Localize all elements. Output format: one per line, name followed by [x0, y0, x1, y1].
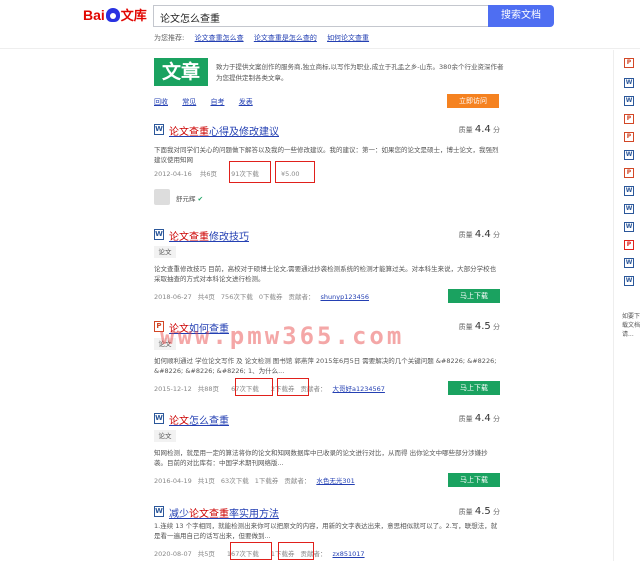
verified-icon: ✔ [197, 195, 204, 203]
result-title[interactable]: 减少论文查重率实用方法 [169, 505, 279, 520]
brand-tab[interactable]: 自考 [210, 98, 224, 106]
quality-score: 质量 4.5 分 [458, 506, 500, 517]
recommendations: 为您推荐: 论文查重怎么查 论文查重是怎么查的 如何论文查重 [154, 33, 369, 43]
quality-score: 质量 4.4 分 [458, 229, 500, 240]
pages-text: 共6页 [199, 170, 217, 178]
quality-score: 质量 4.4 分 [458, 413, 500, 424]
word-file-icon: W [154, 413, 164, 424]
search-input[interactable]: 论文怎么查重 [153, 5, 488, 27]
result-item: W 论文查重心得及修改建议 质量 4.4 分 下面我对同学们关心的问题做下解答以… [154, 123, 500, 208]
uploader-name[interactable]: 舒元辉 ✔ [176, 193, 203, 203]
highlight-box [275, 161, 315, 183]
highlight-box [230, 542, 272, 560]
visit-button[interactable]: 立即访问 [447, 94, 499, 108]
word-file-icon[interactable]: W [624, 258, 634, 268]
watermark: www.pmw365.com [160, 322, 405, 350]
brand-tab[interactable]: 常见 [182, 98, 196, 106]
avatar[interactable] [154, 189, 170, 205]
quality-score: 质量 4.4 分 [458, 124, 500, 135]
word-file-icon[interactable]: W [624, 222, 634, 232]
rec-label: 为您推荐: [154, 34, 185, 42]
tag-badge[interactable]: 论文 [154, 246, 176, 258]
sidebar-text: 如要下载文档请... [622, 313, 640, 338]
ppt-file-icon[interactable]: P [624, 58, 634, 68]
highlight-box [277, 378, 309, 396]
header-divider [0, 48, 640, 49]
results-column: 文章 致力于提供文案创作的服务商,独立商标,以写作为职业,成立于孔孟之乡-山东。… [150, 50, 510, 561]
result-title[interactable]: 论文查重修改技巧 [169, 228, 249, 243]
result-title[interactable]: 论文怎么查重 [169, 412, 229, 427]
word-file-icon: W [154, 229, 164, 240]
highlight-box [229, 161, 271, 183]
brand-description: 致力于提供文案创作的服务商,独立商标,以写作为职业,成立于孔孟之乡-山东。380… [216, 63, 504, 82]
result-snippet: 如何顺利通过 学位论文写作 及 论文检测 图书馆 郭燕萍 2015年6月5日 需… [154, 357, 497, 375]
word-file-icon[interactable]: W [624, 276, 634, 286]
contributor-link[interactable]: shunyp123456 [320, 293, 369, 301]
result-snippet: 知网检测，就是用一定的算法将你的论文和知网数据库中已收录的论文进行对比，从而得 … [154, 449, 488, 467]
download-button[interactable]: 马上下载 [448, 473, 500, 487]
word-file-icon[interactable]: W [624, 204, 634, 214]
ppt-file-icon[interactable]: P [624, 114, 634, 124]
paw-icon [105, 8, 120, 22]
highlight-box [278, 542, 314, 560]
download-button[interactable]: 马上下载 [448, 289, 500, 303]
result-item: W 论文查重修改技巧 质量 4.4 分 论文 论文查重修改技巧 目前，高校对于硕… [154, 228, 500, 308]
result-title[interactable]: 论文查重心得及修改建议 [169, 123, 279, 138]
rec-link[interactable]: 论文查重是怎么查的 [254, 34, 317, 42]
download-button[interactable]: 马上下载 [448, 381, 500, 395]
baidu-wenku-logo[interactable]: Bai 文库 [83, 5, 147, 24]
result-meta: 2016-04-19 共1页 63次下载 1下载券 贡献者： 水色无光301 [154, 477, 355, 485]
brand-tabs: 回收 常见 自考 发表 [154, 97, 265, 107]
brand-tab[interactable]: 回收 [154, 98, 168, 106]
result-snippet: 论文查重修改技巧 目前，高校对于硕博士论文,需要通过抄袭检测系统的检测才能算过关… [154, 265, 497, 283]
brand-tab[interactable]: 发表 [239, 98, 253, 106]
result-item: W 论文怎么查重 质量 4.4 分 论文 知网检测，就是用一定的算法将你的论文和… [154, 412, 500, 492]
ppt-file-icon[interactable]: P [624, 132, 634, 142]
word-file-icon: W [154, 506, 164, 517]
right-sidebar: P W W P P W P W W W P W W 如要下载文档请... [613, 50, 640, 561]
word-file-icon: W [154, 124, 164, 135]
logo-wenku-text: 文库 [120, 8, 147, 23]
result-snippet: 1.连续 13 个字相同，就能检测出来你可以把原文的内容，用新的文字表达出来，意… [154, 522, 498, 540]
ppt-file-icon[interactable]: P [624, 168, 634, 178]
result-snippet: 下面我对同学们关心的问题做下解答以及我的一些修改建议。我的建议：第一：如果您的论… [154, 146, 499, 164]
pdf-file-icon[interactable]: P [624, 240, 634, 250]
brand-logo[interactable]: 文章 [154, 58, 208, 86]
word-file-icon[interactable]: W [624, 78, 634, 88]
contributor-link[interactable]: 水色无光301 [316, 477, 354, 485]
word-file-icon[interactable]: W [624, 96, 634, 106]
top-bar: Bai 文库 论文怎么查重 搜索文档 为您推荐: 论文查重怎么查 论文查重是怎么查… [0, 0, 640, 50]
search-button[interactable]: 搜索文档 [488, 5, 554, 27]
date-text: 2012-04-16 [154, 170, 192, 178]
word-file-icon[interactable]: W [624, 186, 634, 196]
rec-link[interactable]: 论文查重怎么查 [195, 34, 244, 42]
result-meta: 2018-06-27 共4页 756次下载 0下载券 贡献者： shunyp123456 [154, 293, 370, 301]
quality-score: 质量 4.5 分 [458, 321, 500, 332]
logo-bai-text: Bai [83, 7, 105, 23]
contributor-link[interactable]: 大哥好a1234567 [332, 385, 384, 393]
highlight-box [235, 378, 273, 396]
rec-link[interactable]: 如何论文查重 [327, 34, 369, 42]
contributor-link[interactable]: zx851017 [332, 550, 364, 558]
result-item: W 减少论文查重率实用方法 质量 4.5 分 1.连续 13 个字相同，就能检测… [154, 505, 500, 561]
word-file-icon[interactable]: W [624, 150, 634, 160]
tag-badge[interactable]: 论文 [154, 430, 176, 442]
